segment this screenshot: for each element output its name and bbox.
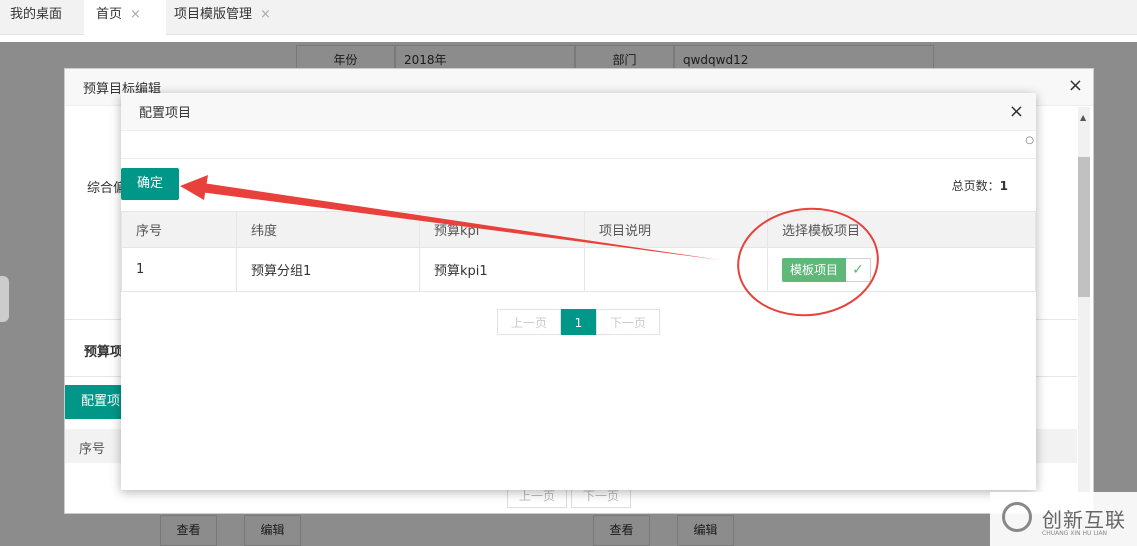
sidebar-toggle-handle[interactable]	[0, 276, 9, 322]
arrow-head-icon	[180, 175, 208, 200]
logo-icon	[1002, 502, 1032, 532]
arrow-shaft	[200, 183, 720, 260]
highlight-circle	[737, 207, 879, 317]
watermark-text: 创新互联	[1042, 508, 1126, 532]
watermark-subtext: CHUANG XIN HU LIAN	[1042, 530, 1108, 537]
annotation-layer	[180, 175, 879, 317]
watermark: 创新互联 CHUANG XIN HU LIAN	[990, 492, 1137, 546]
